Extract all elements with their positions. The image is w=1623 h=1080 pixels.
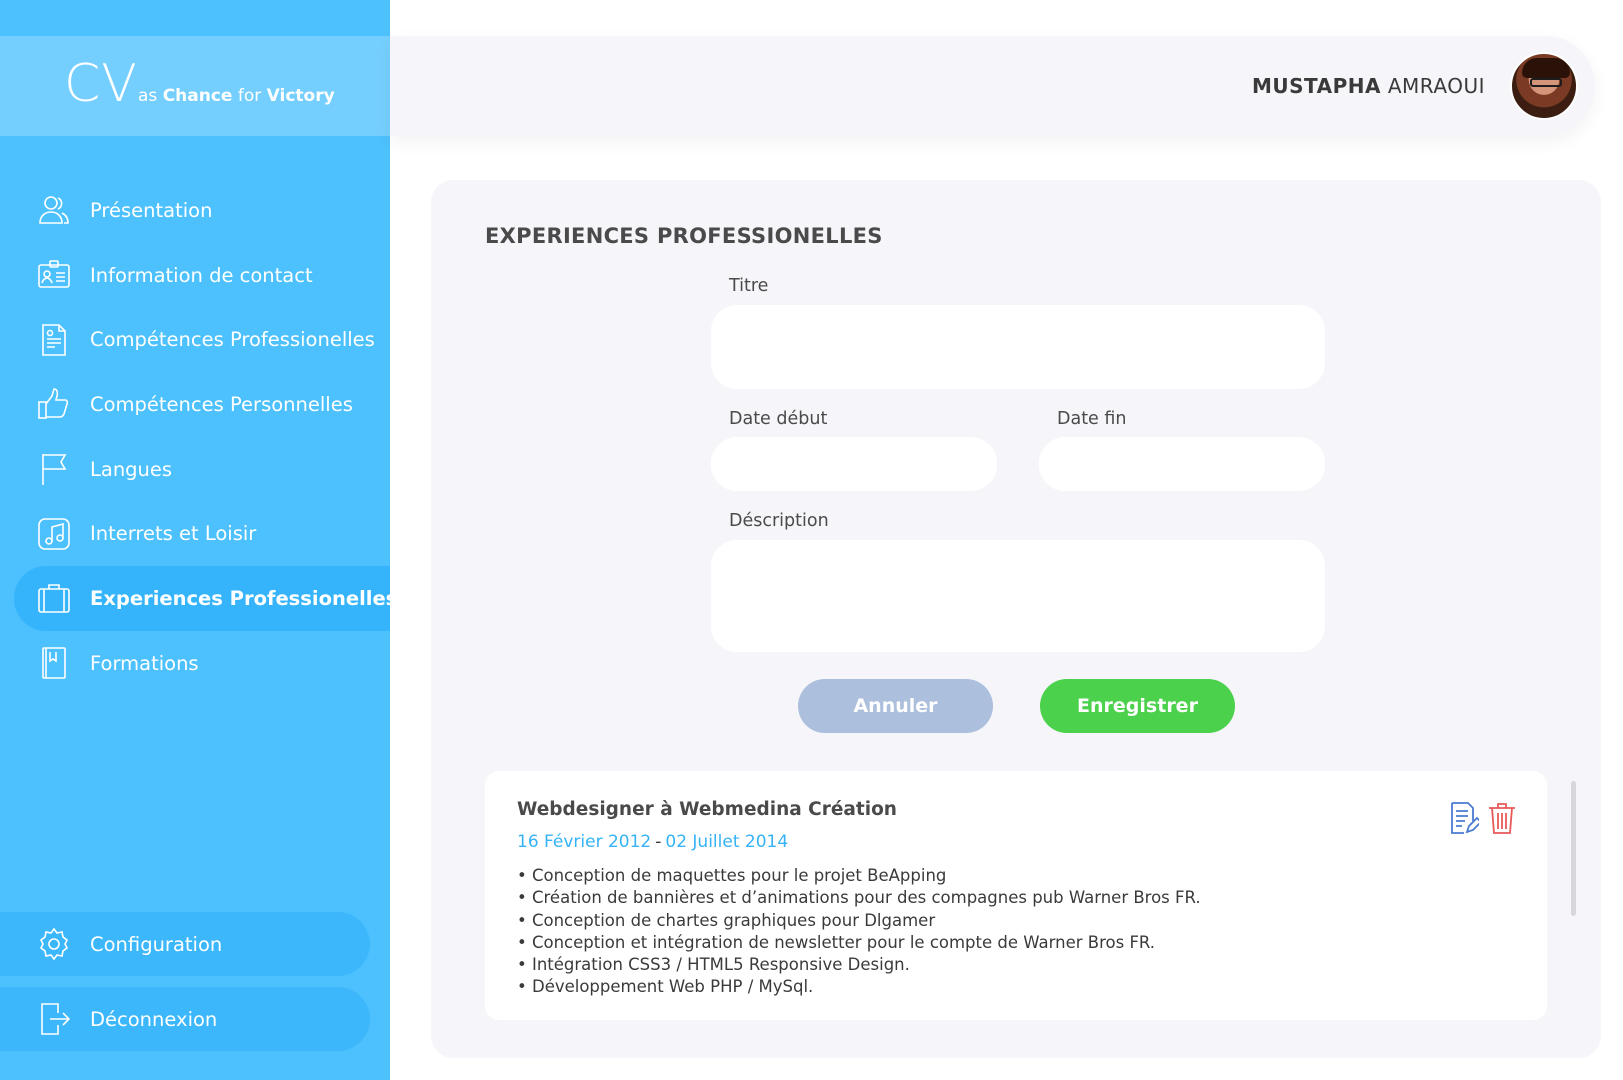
- briefcase-icon: [34, 578, 74, 618]
- brand-tag-prefix: as: [138, 86, 158, 106]
- gear-icon: [34, 924, 74, 964]
- sidebar-item-label: Langues: [90, 457, 173, 481]
- user-last-name: AMRAOUI: [1387, 74, 1485, 98]
- id-card-icon: [34, 255, 74, 295]
- brand-tagline: as Chance for Victory: [138, 86, 335, 106]
- edit-icon[interactable]: [1449, 801, 1483, 839]
- brand-tag-word1: Chance: [162, 86, 233, 106]
- brand-logo[interactable]: CV as Chance for Victory: [0, 36, 390, 136]
- experience-date-separator: -: [655, 832, 662, 852]
- sidebar-item-langues[interactable]: Langues: [0, 437, 390, 502]
- user-first-name: MUSTAPHA: [1252, 74, 1381, 98]
- avatar[interactable]: [1510, 52, 1578, 120]
- page-title: EXPERIENCES PROFESSIONELLES: [485, 224, 883, 248]
- top-header: MUSTAPHA AMRAOUI: [390, 36, 1595, 136]
- save-button[interactable]: Enregistrer: [1040, 679, 1235, 733]
- trash-icon[interactable]: [1487, 801, 1517, 839]
- list-item: Développement Web PHP / MySql.: [517, 976, 1201, 998]
- user-name[interactable]: MUSTAPHA AMRAOUI: [1252, 74, 1485, 98]
- sidebar-item-competences-pro[interactable]: Compétences Professionelles: [0, 307, 390, 372]
- date-debut-label: Date début: [729, 409, 828, 429]
- sidebar-item-experiences[interactable]: Experiences Professionelles: [14, 566, 397, 631]
- list-item: Conception de maquettes pour le projet B…: [517, 865, 1201, 887]
- sidebar-nav: Présentation Information de contact Comp…: [0, 178, 397, 696]
- brand-tag-word2: Victory: [266, 86, 335, 106]
- scrollbar[interactable]: [1571, 781, 1576, 916]
- logout-icon: [34, 999, 74, 1039]
- experience-card: Webdesigner à Webmedina Création 16 Févr…: [485, 771, 1547, 1020]
- logout-label: Déconnexion: [90, 1007, 218, 1031]
- sidebar-item-loisirs[interactable]: Interrets et Loisir: [0, 501, 390, 566]
- date-fin-input[interactable]: [1039, 437, 1325, 491]
- sidebar: CV as Chance for Victory Présentation In…: [0, 0, 397, 1080]
- description-label: Déscription: [729, 511, 829, 531]
- sidebar-item-label: Interrets et Loisir: [90, 522, 257, 546]
- list-item: Conception de chartes graphiques pour Dl…: [517, 910, 1201, 932]
- cancel-button[interactable]: Annuler: [798, 679, 993, 733]
- experience-actions: [1449, 801, 1517, 839]
- list-item: Intégration CSS3 / HTML5 Responsive Desi…: [517, 954, 1201, 976]
- brand-cv: CV: [64, 54, 138, 114]
- sidebar-item-competences-perso[interactable]: Compétences Personnelles: [0, 372, 390, 437]
- avatar-hair: [1522, 58, 1570, 78]
- logout-button[interactable]: Déconnexion: [0, 987, 370, 1051]
- list-item: Conception et intégration de newsletter …: [517, 932, 1201, 954]
- flag-icon: [34, 449, 74, 489]
- sidebar-item-label: Compétences Professionelles: [90, 328, 375, 352]
- sidebar-item-formations[interactable]: Formations: [0, 631, 390, 696]
- configuration-button[interactable]: Configuration: [0, 912, 370, 976]
- music-icon: [34, 514, 74, 554]
- avatar-glasses: [1530, 78, 1562, 87]
- experience-bullets: Conception de maquettes pour le projet B…: [517, 865, 1201, 999]
- document-icon: [34, 320, 74, 360]
- date-fin-label: Date fin: [1057, 409, 1127, 429]
- sidebar-item-contact[interactable]: Information de contact: [0, 243, 390, 308]
- sidebar-item-label: Compétences Personnelles: [90, 392, 353, 416]
- experiences-panel: EXPERIENCES PROFESSIONELLES Titre Date d…: [431, 180, 1601, 1058]
- experience-end-date: 02 Juillet 2014: [665, 832, 789, 852]
- date-debut-input[interactable]: [711, 437, 997, 491]
- sidebar-item-label: Formations: [90, 651, 199, 675]
- sidebar-item-label: Experiences Professionelles: [90, 586, 398, 610]
- brand-tag-middle: for: [237, 86, 262, 106]
- experience-start-date: 16 Février 2012: [517, 832, 652, 852]
- configuration-label: Configuration: [90, 932, 223, 956]
- users-icon: [34, 190, 74, 230]
- titre-label: Titre: [729, 276, 769, 296]
- sidebar-item-presentation[interactable]: Présentation: [0, 178, 390, 243]
- sidebar-item-label: Information de contact: [90, 263, 313, 287]
- list-item: Création de bannières et d’animations po…: [517, 887, 1201, 909]
- sidebar-item-label: Présentation: [90, 198, 213, 222]
- experience-dates: 16 Février 2012-02 Juillet 2014: [517, 832, 788, 852]
- experience-title: Webdesigner à Webmedina Création: [517, 799, 897, 820]
- book-icon: [34, 643, 74, 683]
- description-textarea[interactable]: [711, 540, 1325, 652]
- titre-input[interactable]: [711, 305, 1325, 389]
- thumbs-up-icon: [34, 384, 74, 424]
